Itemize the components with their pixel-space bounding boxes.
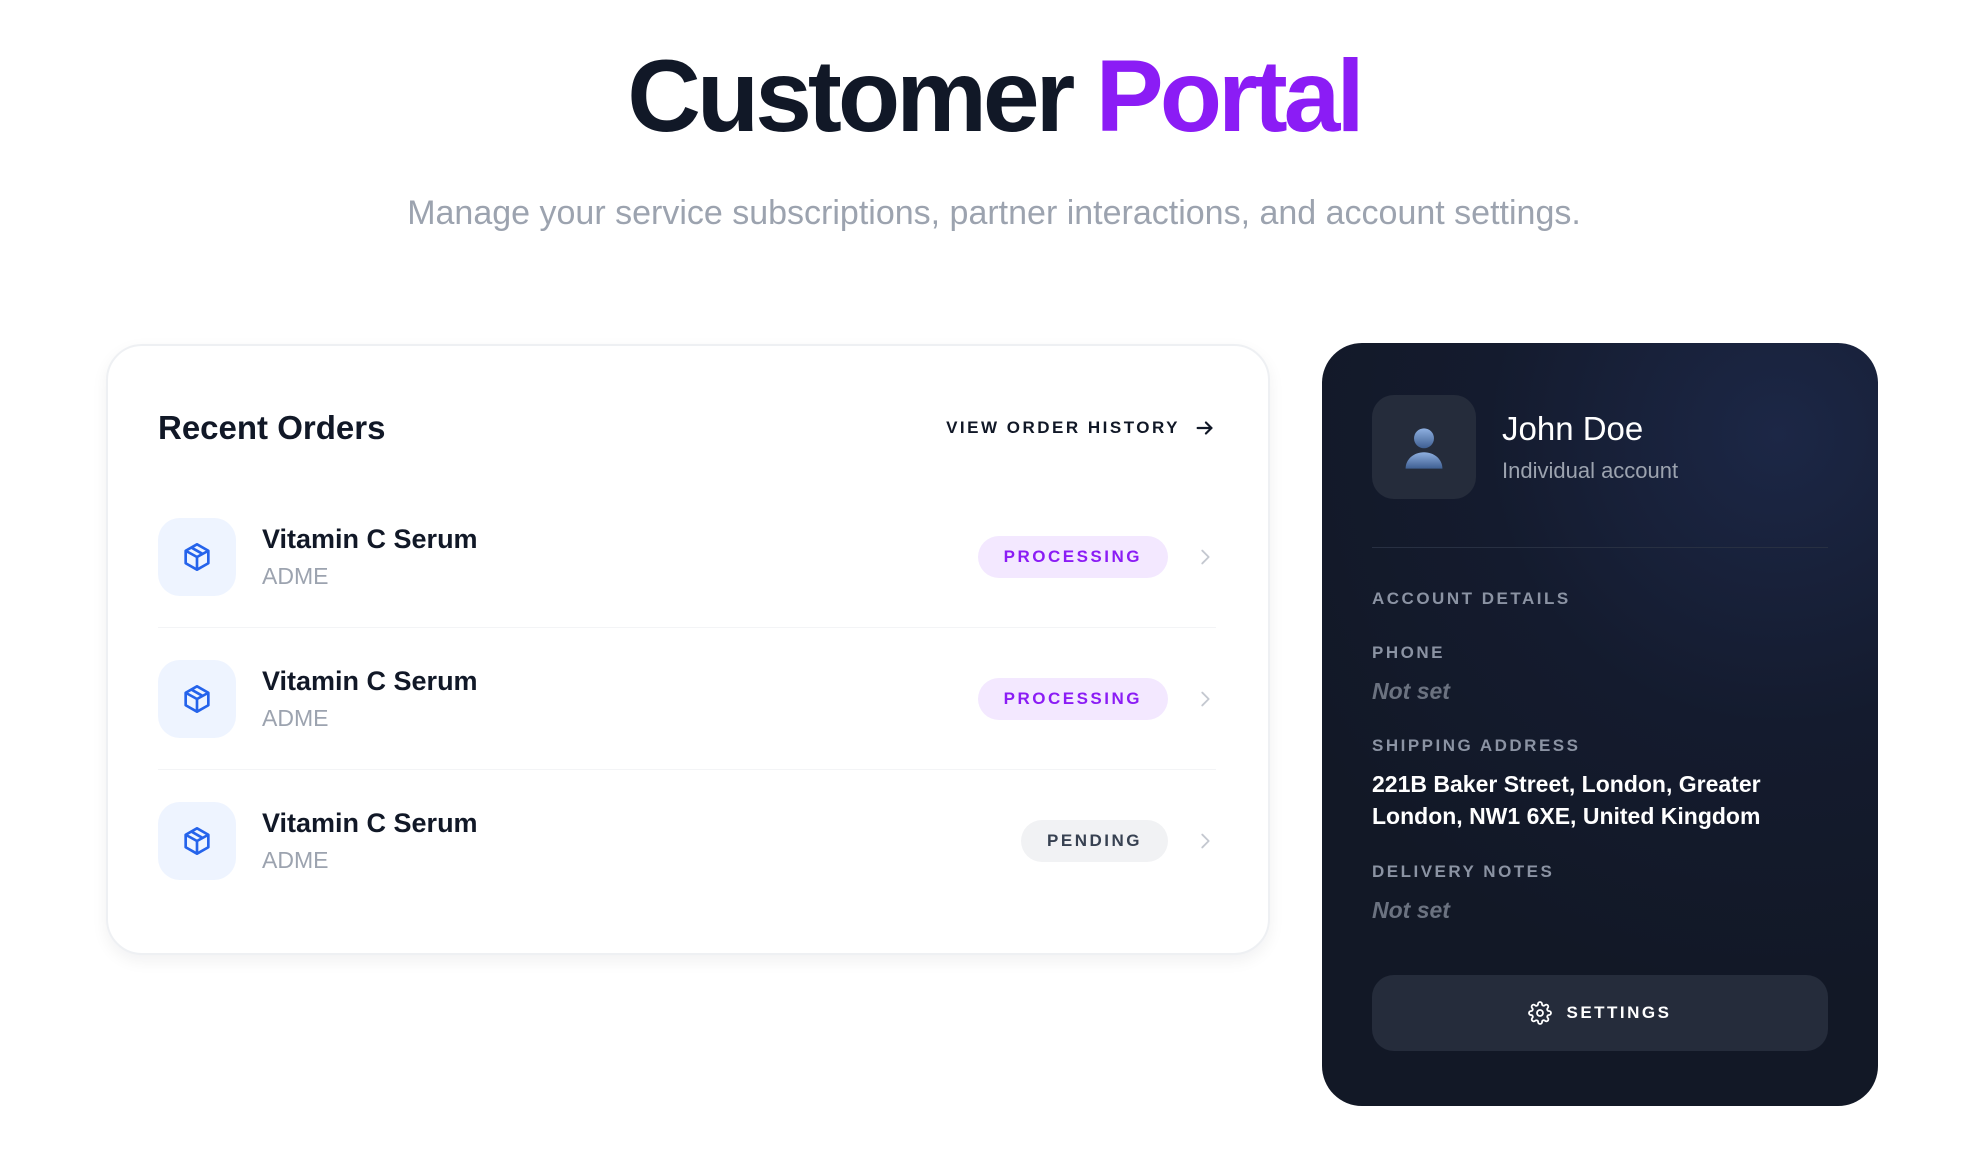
status-badge: PROCESSING [977, 535, 1168, 578]
phone-label: PHONE [1372, 643, 1445, 662]
order-icon-tile [158, 517, 236, 596]
user-avatar-icon [1405, 428, 1443, 469]
recent-orders-header: Recent Orders VIEW ORDER HISTORY [158, 398, 1216, 458]
shipping-address-value: 221B Baker Street, London, Greater Londo… [1372, 771, 1761, 829]
delivery-notes-field: DELIVERY NOTES Not set [1372, 862, 1828, 926]
customer-portal-page: Customer Portal Manage your service subs… [0, 0, 1988, 1164]
shipping-address-field: SHIPPING ADDRESS 221B Baker Street, Lond… [1372, 736, 1828, 832]
profile-card: John Doe Individual account ACCOUNT DETA… [1322, 343, 1878, 1106]
view-order-history-link[interactable]: VIEW ORDER HISTORY [946, 417, 1216, 439]
avatar [1372, 395, 1476, 499]
order-row[interactable]: Vitamin C Serum ADME PROCESSING [158, 486, 1216, 628]
order-row[interactable]: Vitamin C Serum ADME PENDING [158, 770, 1216, 912]
chevron-right-icon [1201, 833, 1210, 849]
delivery-notes-value: Not set [1372, 897, 1450, 923]
order-vendor: ADME [262, 847, 329, 873]
account-type: Individual account [1502, 458, 1679, 483]
order-product-name: Vitamin C Serum [262, 665, 478, 696]
order-vendor: ADME [262, 704, 329, 731]
gear-icon [1528, 1001, 1553, 1025]
order-vendor: ADME [262, 562, 329, 589]
page-subtitle: Manage your service subscriptions, partn… [407, 194, 1581, 232]
status-badge: PENDING [1021, 820, 1168, 862]
profile-divider [1372, 547, 1828, 548]
page-title-main: Customer [627, 39, 1075, 153]
profile-name: John Doe [1502, 410, 1644, 447]
package-icon [184, 827, 210, 855]
order-text: Vitamin C Serum ADME [262, 666, 978, 732]
package-icon [184, 684, 210, 713]
order-row[interactable]: Vitamin C Serum ADME PROCESSING [158, 628, 1216, 770]
recent-orders-title: Recent Orders [158, 409, 386, 446]
status-badge: PROCESSING [977, 677, 1168, 720]
chevron-right-icon [1201, 691, 1210, 706]
page-title-accent: Portal [1095, 39, 1365, 153]
order-icon-tile [158, 802, 236, 880]
phone-field: PHONE Not set [1372, 643, 1828, 707]
chevron-right-icon [1201, 549, 1210, 564]
order-icon-tile [158, 659, 236, 738]
delivery-notes-label: DELIVERY NOTES [1372, 862, 1555, 881]
order-list: Vitamin C Serum ADME PROCESSING Vitamin … [158, 486, 1216, 912]
order-text: Vitamin C Serum ADME [262, 524, 978, 590]
settings-button[interactable]: SETTINGS [1372, 975, 1828, 1051]
page-title: Customer Portal [0, 40, 1988, 152]
order-product-name: Vitamin C Serum [262, 808, 478, 838]
shipping-address-label: SHIPPING ADDRESS [1372, 736, 1581, 755]
settings-button-label: SETTINGS [1566, 1003, 1672, 1022]
account-details-heading: ACCOUNT DETAILS [1372, 589, 1571, 608]
package-icon [184, 542, 210, 571]
profile-header: John Doe Individual account [1372, 395, 1678, 499]
recent-orders-card: Recent Orders VIEW ORDER HISTORY Vitamin… [106, 344, 1270, 955]
profile-identity: John Doe Individual account [1502, 410, 1678, 484]
phone-value: Not set [1372, 678, 1450, 704]
arrow-right-icon [1196, 421, 1213, 435]
order-product-name: Vitamin C Serum [262, 523, 478, 554]
view-order-history-label: VIEW ORDER HISTORY [946, 418, 1180, 437]
order-text: Vitamin C Serum ADME [262, 808, 1021, 874]
